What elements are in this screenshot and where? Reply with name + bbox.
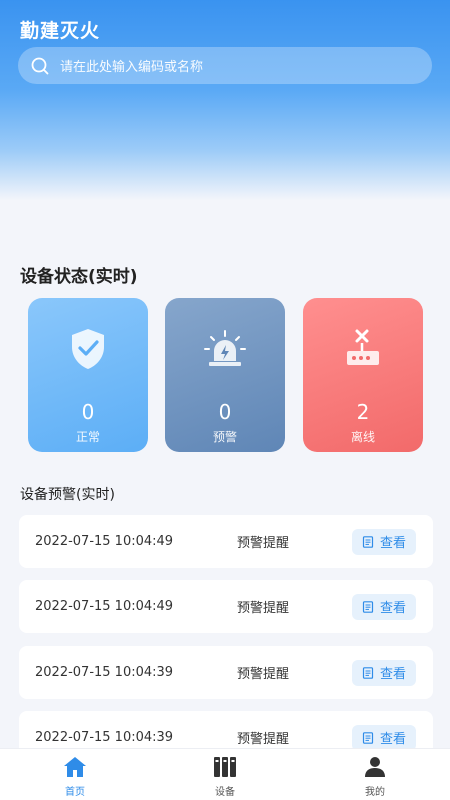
status-card-normal[interactable]: 0 正常 — [28, 298, 148, 452]
home-icon — [63, 755, 87, 779]
view-label: 查看 — [379, 601, 406, 616]
view-button[interactable]: 查看 — [352, 528, 416, 555]
view-label: 查看 — [379, 667, 406, 682]
alarm-light-icon — [202, 326, 248, 372]
search-input[interactable]: 请在此处输入编码或名称 — [60, 56, 203, 75]
alert-time: 2022-07-15 10:04:39 — [35, 665, 174, 680]
alert-time: 2022-07-15 10:04:39 — [35, 730, 174, 745]
devices-icon — [213, 755, 237, 779]
document-icon — [362, 600, 374, 613]
shield-check-icon — [65, 326, 111, 372]
alert-row: 2022-07-15 10:04:49 预警提醒 查看 — [19, 515, 433, 568]
offline-label: 离线 — [350, 430, 375, 444]
device-alerts-title: 设备预警(实时) — [20, 487, 115, 503]
normal-count: 0 — [81, 400, 95, 424]
view-button[interactable]: 查看 — [352, 724, 416, 751]
app-title: 勤建灭火 — [20, 20, 101, 42]
document-icon — [362, 666, 374, 679]
alert-type: 预警提醒 — [237, 732, 290, 747]
document-icon — [362, 535, 374, 548]
view-label: 查看 — [379, 536, 406, 551]
user-icon — [363, 755, 387, 779]
offline-router-icon — [340, 326, 386, 372]
warning-label: 预警 — [212, 430, 237, 444]
alert-type: 预警提醒 — [237, 536, 290, 551]
search-bar[interactable]: 请在此处输入编码或名称 — [18, 47, 432, 84]
document-icon — [362, 731, 374, 744]
alert-time: 2022-07-15 10:04:49 — [35, 534, 174, 549]
status-card-warning[interactable]: 0 预警 — [165, 298, 285, 452]
tab-mine-label: 我的 — [365, 787, 385, 798]
view-button[interactable]: 查看 — [352, 659, 416, 686]
normal-label: 正常 — [75, 430, 100, 444]
view-button[interactable]: 查看 — [352, 593, 416, 620]
device-status-title: 设备状态(实时) — [20, 267, 138, 287]
tab-devices[interactable]: 设备 — [185, 755, 265, 798]
search-icon — [30, 56, 50, 76]
tab-home[interactable]: 首页 — [35, 755, 115, 798]
tab-mine[interactable]: 我的 — [335, 755, 415, 798]
bottom-tab-bar: 首页 设备 我的 — [0, 748, 450, 800]
alert-type: 预警提醒 — [237, 601, 290, 616]
view-label: 查看 — [379, 732, 406, 747]
alert-row: 2022-07-15 10:04:39 预警提醒 查看 — [19, 646, 433, 699]
alert-row: 2022-07-15 10:04:49 预警提醒 查看 — [19, 580, 433, 633]
tab-devices-label: 设备 — [215, 787, 235, 798]
status-card-offline[interactable]: 2 离线 — [303, 298, 423, 452]
alert-time: 2022-07-15 10:04:49 — [35, 599, 174, 614]
alert-type: 预警提醒 — [237, 667, 290, 682]
warning-count: 0 — [218, 400, 232, 424]
tab-home-label: 首页 — [65, 787, 85, 798]
offline-count: 2 — [356, 400, 370, 424]
